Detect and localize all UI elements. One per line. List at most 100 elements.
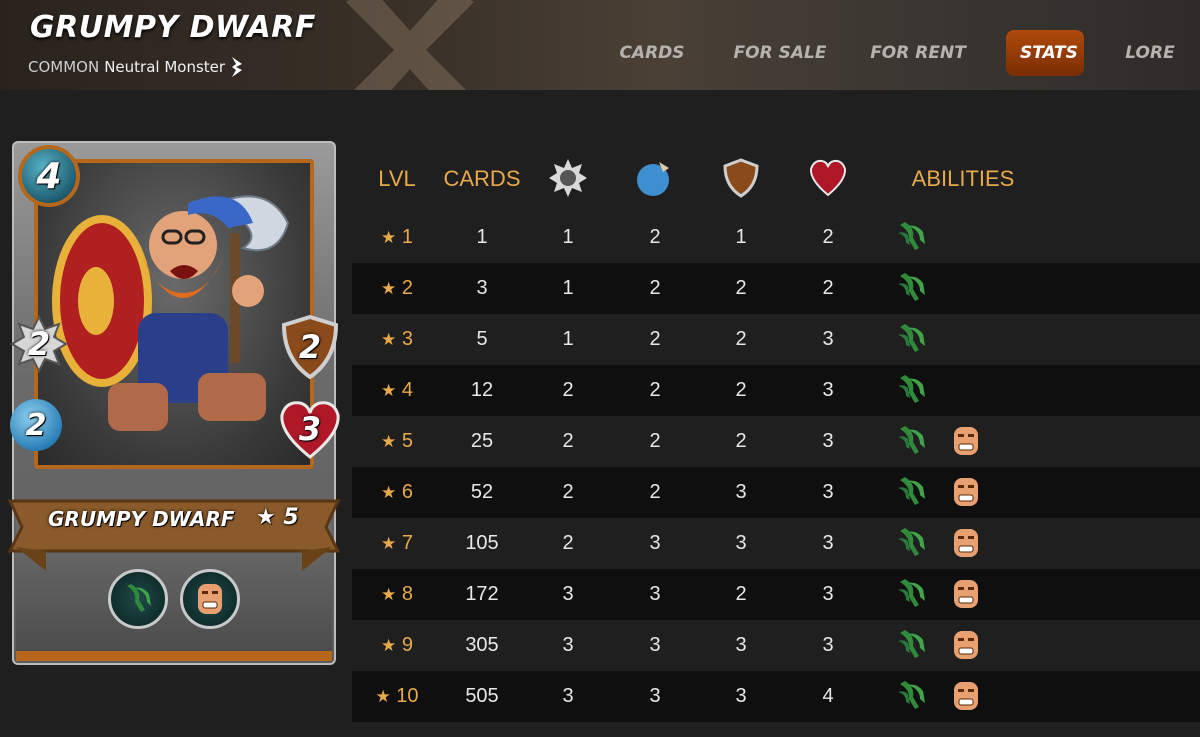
claw-icon[interactable]: [896, 629, 928, 661]
armor-cell: 1: [735, 226, 747, 248]
star-icon: ★: [381, 279, 397, 298]
melee-cell: 1: [562, 226, 574, 248]
card-level: ★ 5: [256, 505, 299, 530]
cards-cell: 505: [465, 685, 499, 707]
angry-face-icon[interactable]: [950, 527, 982, 559]
claw-icon[interactable]: [896, 680, 928, 712]
header-abilities: ABILITIES: [911, 166, 1015, 191]
table-row: ★ 5 25 2 2 2 3: [352, 416, 1200, 467]
tab-lore[interactable]: LORE: [1120, 30, 1180, 76]
star-icon: ★: [381, 330, 397, 349]
claw-icon[interactable]: [896, 221, 928, 253]
cards-cell: 52: [470, 481, 494, 503]
melee-cell: 2: [562, 379, 574, 401]
card-image: 4 2 2 2 3 GRUMPY DWARF ★ 5: [7, 141, 341, 665]
header-lvl: LVL: [378, 166, 416, 191]
claw-icon[interactable]: [896, 578, 928, 610]
cards-cell: 1: [476, 226, 488, 248]
health-cell: 2: [822, 226, 834, 248]
claw-icon[interactable]: [896, 527, 928, 559]
level-value: 7: [401, 532, 413, 554]
melee-value: 2: [27, 325, 51, 363]
claw-icon[interactable]: [896, 425, 928, 457]
claw-icon[interactable]: [896, 323, 928, 355]
level-value: 3: [401, 328, 413, 350]
page-title: GRUMPY DWARF: [30, 10, 316, 45]
tab-for-sale[interactable]: FOR SALE: [732, 30, 828, 76]
health-cell: 4: [822, 685, 834, 707]
health-cell: 3: [822, 430, 834, 452]
armor-cell: 3: [735, 685, 747, 707]
cards-cell: 105: [465, 532, 499, 554]
melee-cell: 2: [562, 430, 574, 452]
health-cell: 3: [822, 583, 834, 605]
page-header: GRUMPY DWARF COMMON Neutral Monster CARD…: [0, 0, 1200, 90]
speed-cell: 2: [649, 277, 661, 299]
angry-face-icon[interactable]: [950, 680, 982, 712]
stats-table: LVL CARDS ABILITIES ★ 1 1 1 2 1 2 ★ 2 3 1 2 2 2 ★ 35…: [352, 152, 1200, 722]
table-row: ★ 2 3 1 2 2 2: [352, 263, 1200, 314]
claw-icon[interactable]: [896, 374, 928, 406]
level-value: 9: [401, 634, 413, 656]
armor-icon: [723, 158, 759, 198]
melee-cell: 1: [562, 277, 574, 299]
tab-for-rent[interactable]: FOR RENT: [870, 30, 966, 76]
star-icon: ★: [375, 687, 391, 706]
cards-cell: 305: [465, 634, 499, 656]
card-type-label: Neutral Monster: [104, 58, 226, 76]
level-cell: ★ 9: [362, 620, 432, 671]
cards-cell: 12: [470, 379, 494, 401]
table-row: ★ 6 52 2 2 3 3: [352, 467, 1200, 518]
card-footer-bar: [16, 651, 332, 661]
table-header: LVL CARDS ABILITIES: [352, 152, 1200, 212]
edition-icon: [232, 57, 243, 77]
speed-cell: 2: [649, 430, 661, 452]
angry-face-icon[interactable]: [950, 629, 982, 661]
level-value: 8: [401, 583, 413, 605]
table-row: ★ 4 12 2 2 2 3: [352, 365, 1200, 416]
angry-face-icon: [198, 584, 222, 614]
claw-icon[interactable]: [896, 476, 928, 508]
speed-icon: [637, 162, 669, 196]
armor-cell: 2: [735, 277, 747, 299]
table-row: ★ 9 305 3 3 3 3: [352, 620, 1200, 671]
speed-cell: 2: [649, 481, 661, 503]
level-value: 10: [396, 685, 419, 707]
level-cell: ★ 10: [362, 671, 432, 722]
star-icon: ★: [381, 432, 397, 451]
armor-cell: 3: [735, 634, 747, 656]
star-icon: ★: [381, 381, 397, 400]
dwarf-illustration: [52, 195, 290, 431]
card-artwork: [34, 159, 314, 469]
speed-cell: 3: [649, 634, 661, 656]
level-value: 2: [401, 277, 413, 299]
level-value: 1: [401, 226, 413, 248]
tab-cards[interactable]: CARDS: [612, 30, 692, 76]
level-cell: ★ 5: [362, 416, 432, 467]
level-cell: ★ 6: [362, 467, 432, 518]
armor-cell: 2: [735, 583, 747, 605]
card-subtitle: COMMON Neutral Monster: [28, 56, 244, 78]
speed-cell: 2: [649, 379, 661, 401]
angry-face-icon[interactable]: [950, 476, 982, 508]
armor-cell: 3: [735, 532, 747, 554]
star-icon: ★: [381, 636, 397, 655]
table-row: ★ 3 5 1 2 2 3: [352, 314, 1200, 365]
level-cell: ★ 4: [362, 365, 432, 416]
claw-icon[interactable]: [896, 272, 928, 304]
tab-stats[interactable]: STATS: [1006, 30, 1084, 76]
armor-stat: 2: [280, 315, 340, 379]
cards-cell: 3: [476, 277, 488, 299]
melee-attack-stat: 2: [10, 315, 68, 373]
star-icon: ★: [381, 534, 397, 553]
angry-face-icon[interactable]: [950, 578, 982, 610]
health-cell: 3: [822, 328, 834, 350]
ability-slot-reach: [108, 569, 168, 629]
health-cell: 3: [822, 532, 834, 554]
health-cell: 3: [822, 481, 834, 503]
speed-cell: 3: [649, 583, 661, 605]
rarity-label: COMMON: [28, 58, 100, 76]
armor-value: 2: [298, 328, 322, 366]
angry-face-icon[interactable]: [950, 425, 982, 457]
cards-cell: 5: [476, 328, 488, 350]
